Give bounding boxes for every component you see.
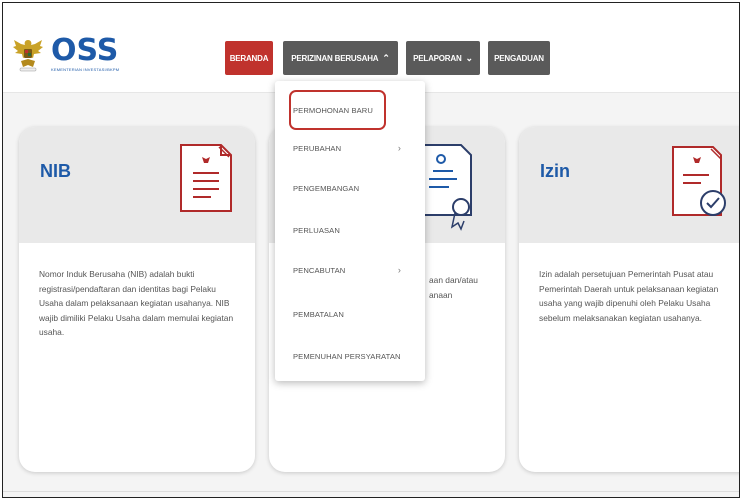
oss-logo-subtext: KEMENTERIAN INVESTASI/BKPM (51, 66, 120, 72)
izin-card-description: Izin adalah persetujuan Pemerintah Pusat… (539, 269, 719, 323)
nav-beranda-label: BERANDA (229, 53, 269, 63)
nib-card-description: Nomor Induk Berusaha (NIB) adalah bukti … (39, 269, 234, 338)
nib-card-header: NIB (19, 127, 255, 243)
izin-card-header: Izin (519, 127, 739, 243)
document-certificate-icon (180, 144, 232, 212)
menu-item-pembatalan[interactable]: PEMBATALAN (275, 303, 425, 325)
menu-item-label: PEMBATALAN (293, 309, 344, 319)
nav-pengaduan-button[interactable]: PENGADUAN (488, 41, 550, 75)
menu-item-label: PERUBAHAN (293, 143, 342, 153)
menu-item-pengembangan[interactable]: PENGEMBANGAN (275, 177, 425, 199)
chevron-right-icon: › (397, 265, 401, 275)
menu-item-permohonan-baru[interactable]: PERMOHONAN BARU (275, 99, 425, 121)
site-header: OSS KEMENTERIAN INVESTASI/BKPM BERANDA P… (3, 3, 739, 93)
middle-card-text-1: aan dan/atau (429, 275, 478, 285)
oss-logo[interactable]: OSS KEMENTERIAN INVESTASI/BKPM (11, 29, 119, 79)
menu-item-label: PEMENUHAN PERSYARATAN (293, 351, 401, 361)
menu-item-label: PENCABUTAN (293, 265, 346, 275)
izin-card-title: Izin (540, 161, 570, 181)
menu-item-pencabutan[interactable]: PENCABUTAN › (275, 259, 425, 281)
perizinan-dropdown-menu: PERMOHONAN BARU PERUBAHAN › PENGEMBANGAN… (275, 81, 425, 381)
menu-item-label: PENGEMBANGAN (293, 183, 360, 193)
nib-card-title: NIB (40, 161, 71, 181)
menu-item-label: PERLUASAN (293, 225, 340, 235)
chevron-up-icon: ⌃ (382, 52, 390, 63)
nav-perizinan-berusaha-button[interactable]: PERIZINAN BERUSAHA ⌃ (283, 41, 398, 75)
menu-item-perluasan[interactable]: PERLUASAN (275, 219, 425, 241)
oss-logo-text: OSS (51, 32, 119, 68)
menu-item-perubahan[interactable]: PERUBAHAN › (275, 137, 425, 159)
browser-frame: OSS KEMENTERIAN INVESTASI/BKPM BERANDA P… (2, 2, 740, 498)
garuda-emblem-icon (13, 40, 43, 72)
nib-card[interactable]: NIB Nomor Induk Berusaha (NIB) adalah bu… (19, 127, 255, 472)
nav-pelaporan-label: PELAPORAN (413, 53, 462, 63)
nav-beranda-button[interactable]: BERANDA (225, 41, 273, 75)
chevron-right-icon: › (397, 143, 401, 153)
menu-item-pemenuhan-persyaratan[interactable]: PEMENUHAN PERSYARATAN (275, 345, 425, 367)
menu-item-label: PERMOHONAN BARU (293, 105, 373, 115)
document-check-icon (672, 146, 726, 216)
nav-perizinan-label: PERIZINAN BERUSAHA (291, 53, 379, 63)
chevron-down-icon: ⌄ (465, 52, 474, 63)
middle-card-text-2: anaan (429, 289, 453, 300)
nav-pengaduan-label: PENGADUAN (494, 53, 544, 63)
nav-pelaporan-button[interactable]: PELAPORAN ⌄ (406, 41, 480, 75)
izin-card[interactable]: Izin Izin adalah persetujuan Pemerintah … (519, 127, 739, 472)
divider (3, 491, 739, 492)
